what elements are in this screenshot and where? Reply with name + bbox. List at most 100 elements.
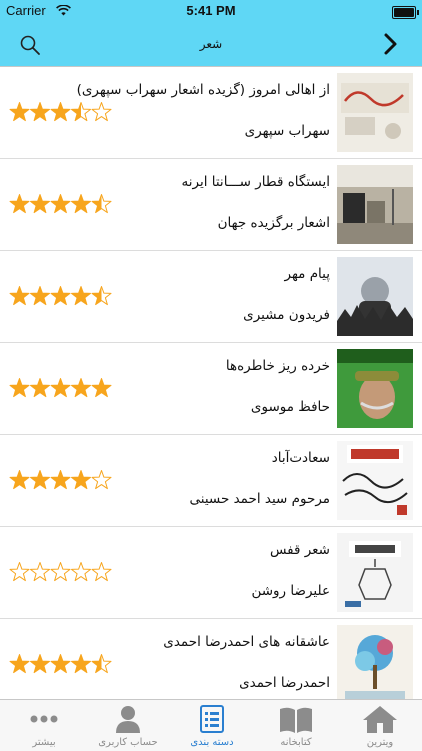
clock: 5:41 PM (186, 3, 236, 18)
star-full-icon (50, 470, 71, 490)
book-title: خرده ریز خاطره‌ها (225, 358, 330, 374)
list-icon (200, 705, 224, 733)
star-rating (9, 194, 112, 214)
star-half-icon (70, 102, 92, 122)
star-full-icon (29, 286, 51, 306)
tab-open-book[interactable]: کتابخانه (254, 700, 338, 751)
book-author: فریدون مشیری (243, 307, 330, 323)
tab-label: ویترین (366, 737, 394, 748)
book-cover-image (337, 349, 413, 428)
book-author: مرحوم سید احمد حسینی (189, 491, 330, 507)
star-rating (9, 378, 112, 398)
star-full-icon (9, 102, 30, 122)
book-cover-image (337, 257, 413, 336)
page-title: شعر (199, 37, 223, 51)
tab-home[interactable]: ویترین (338, 700, 422, 751)
star-full-icon (29, 378, 51, 398)
tab-label: دسته بندی (190, 737, 234, 748)
star-full-icon (70, 470, 92, 490)
star-full-icon (50, 654, 71, 674)
star-full-icon (9, 378, 30, 398)
star-empty-icon (9, 562, 30, 582)
book-author: حافظ موسوی (250, 399, 330, 415)
star-full-icon (29, 194, 51, 214)
star-full-icon (29, 654, 51, 674)
tab-list[interactable]: دسته بندی (170, 700, 254, 751)
book-cover-image (337, 165, 413, 244)
star-half-icon (91, 286, 112, 306)
book-title: ایستگاه قطار ســـانتا ایرنه (181, 174, 331, 190)
more-dots-icon (30, 715, 58, 723)
book-cover-art (337, 349, 413, 428)
back-chevron-icon[interactable] (378, 32, 402, 56)
star-empty-icon (50, 562, 71, 582)
star-empty-icon (91, 470, 112, 490)
tab-label: کتابخانه (280, 737, 312, 748)
tab-bar: بیشتر حساب کاربری دسته بندی کتابخانه ویترین (0, 699, 422, 751)
star-full-icon (70, 194, 92, 214)
open-book-icon (280, 707, 312, 733)
book-list-item[interactable]: عاشقانه های احمدرضا احمدی احمدرضا احمدی (0, 619, 422, 699)
star-half-icon (91, 654, 112, 674)
book-cover-art (337, 533, 413, 612)
book-cover-art (337, 73, 413, 152)
star-full-icon (50, 378, 71, 398)
star-empty-icon (91, 102, 112, 122)
book-cover-art (337, 441, 413, 520)
book-list-item[interactable]: از اهالی امروز (گزیده اشعار سهراب سپهری)… (0, 67, 422, 159)
book-cover-art (337, 625, 413, 699)
book-list-item[interactable]: شعر قفس علیرضا روشن (0, 527, 422, 619)
book-author: علیرضا روشن (251, 583, 330, 599)
book-list-item[interactable]: پیام مهر فریدون مشیری (0, 251, 422, 343)
book-cover-image (337, 73, 413, 152)
rating-stars (9, 100, 112, 124)
book-cover-art (337, 257, 413, 336)
rating-stars (9, 284, 112, 308)
book-list-item[interactable]: خرده ریز خاطره‌ها حافظ موسوی (0, 343, 422, 435)
star-rating (9, 654, 112, 674)
book-list: از اهالی امروز (گزیده اشعار سهراب سپهری)… (0, 67, 422, 699)
star-full-icon (50, 102, 71, 122)
star-rating (9, 562, 112, 582)
book-author: اشعار برگزیده جهان (217, 215, 330, 231)
book-title: سعادت‌آباد (271, 450, 330, 466)
home-icon (363, 706, 397, 733)
book-cover-art (337, 165, 413, 244)
book-list-item[interactable]: ایستگاه قطار ســـانتا ایرنه اشعار برگزیده… (0, 159, 422, 251)
tab-user[interactable]: حساب کاربری (86, 700, 170, 751)
star-empty-icon (70, 562, 92, 582)
star-full-icon (70, 378, 92, 398)
star-full-icon (70, 286, 92, 306)
user-icon (116, 706, 140, 733)
star-full-icon (9, 286, 30, 306)
tab-label: بیشتر (32, 737, 56, 748)
navigation-bar: شعر (0, 24, 422, 67)
book-title: پیام مهر (284, 266, 331, 282)
star-full-icon (29, 102, 51, 122)
tab-label: حساب کاربری (98, 737, 158, 748)
tab-more-dots[interactable]: بیشتر (2, 700, 86, 751)
book-author: احمدرضا احمدی (239, 675, 330, 691)
star-empty-icon (29, 562, 51, 582)
book-cover-image (337, 533, 413, 612)
star-full-icon (9, 470, 30, 490)
book-author: سهراب سپهری (244, 123, 330, 139)
status-bar: Carrier 5:41 PM (0, 0, 422, 24)
star-rating (9, 470, 112, 490)
star-rating (9, 286, 112, 306)
star-full-icon (91, 378, 112, 398)
book-title: از اهالی امروز (گزیده اشعار سهراب سپهری) (76, 82, 330, 98)
book-cover-image (337, 625, 413, 699)
star-full-icon (9, 194, 30, 214)
rating-stars (9, 560, 112, 584)
rating-stars (9, 652, 112, 676)
star-rating (9, 102, 112, 122)
book-list-item[interactable]: سعادت‌آباد مرحوم سید احمد حسینی (0, 435, 422, 527)
book-title: عاشقانه های احمدرضا احمدی (163, 634, 330, 650)
star-full-icon (70, 654, 92, 674)
star-full-icon (29, 470, 51, 490)
rating-stars (9, 376, 112, 400)
star-full-icon (50, 286, 71, 306)
book-title: شعر قفس (269, 542, 330, 558)
battery-icon (392, 6, 419, 19)
